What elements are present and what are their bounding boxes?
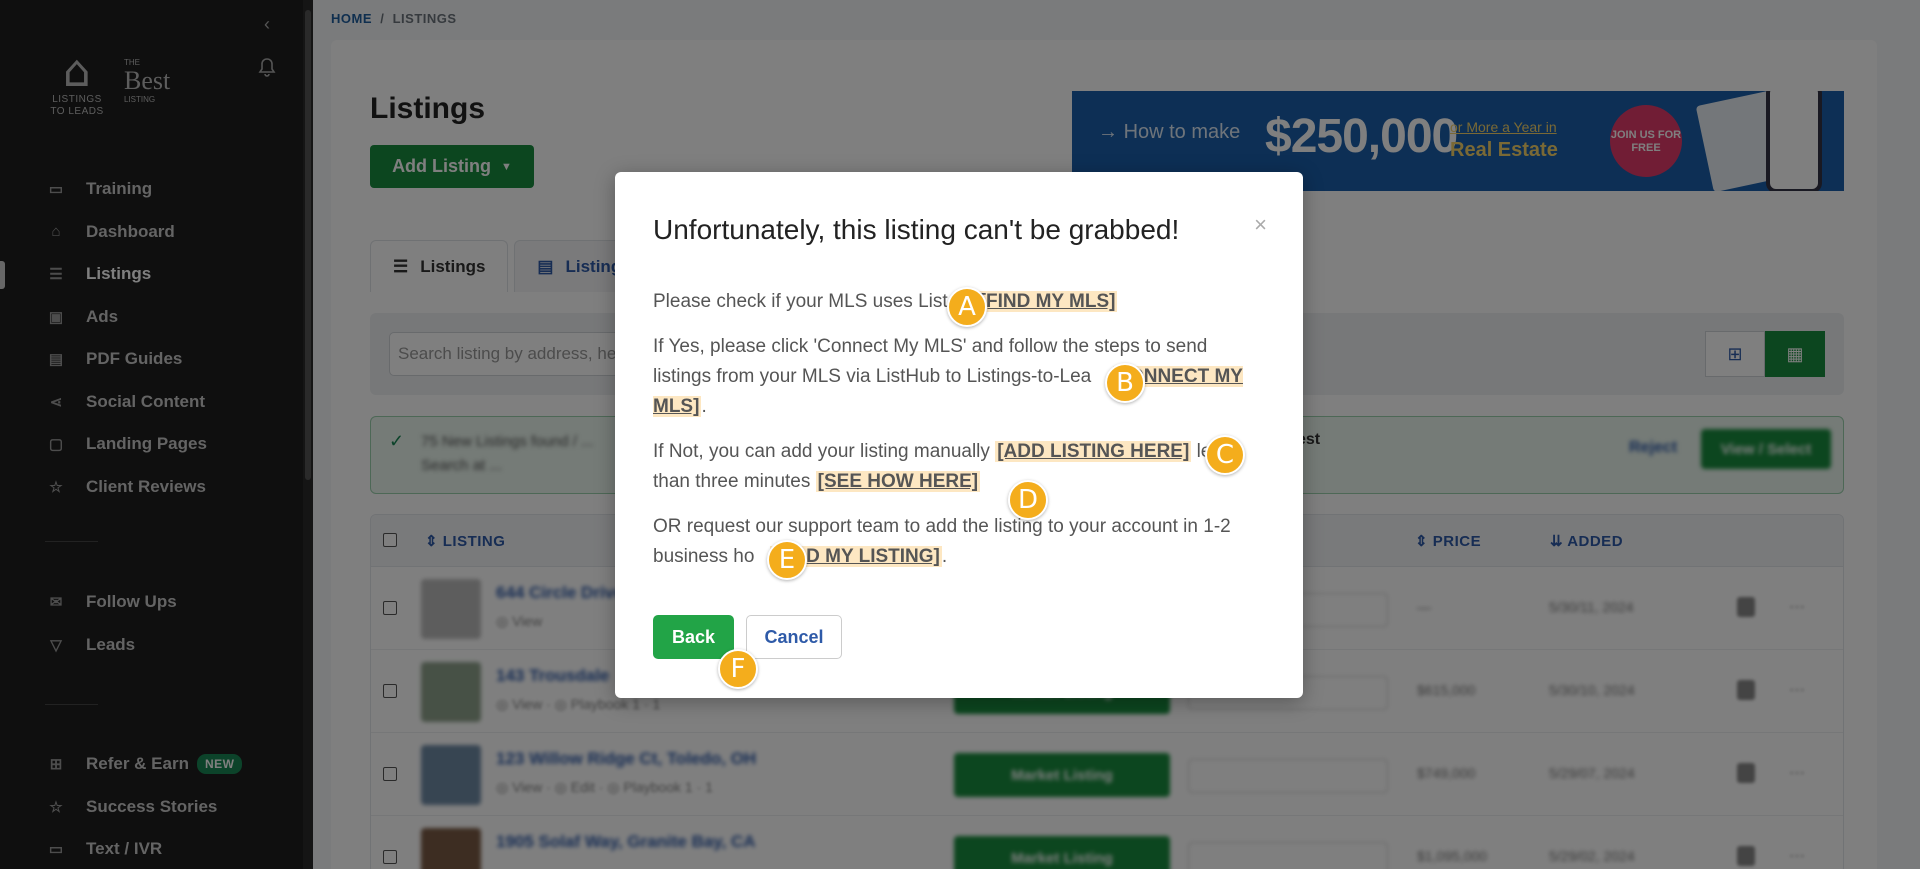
modal-title: Unfortunately, this listing can't be gra…	[653, 214, 1180, 245]
marker-b: B	[1105, 363, 1145, 403]
modal-body: Please check if your MLS uses List [FIND …	[653, 291, 1243, 567]
back-button[interactable]: Back	[653, 615, 734, 659]
marker-d: D	[1008, 480, 1048, 520]
close-icon[interactable]: ×	[1254, 212, 1267, 238]
cancel-button[interactable]: Cancel	[746, 615, 842, 659]
see-how-here-link[interactable]: [SEE HOW HERE]	[815, 471, 981, 492]
marker-f: F	[718, 649, 758, 689]
find-my-mls-link[interactable]: [FIND MY MLS]	[977, 291, 1118, 312]
cant-grab-listing-modal: Unfortunately, this listing can't be gra…	[615, 172, 1303, 698]
marker-a: A	[947, 287, 987, 327]
add-listing-here-link[interactable]: [ADD LISTING HERE]	[995, 441, 1192, 462]
marker-e: E	[767, 540, 807, 580]
marker-c: C	[1205, 435, 1245, 475]
